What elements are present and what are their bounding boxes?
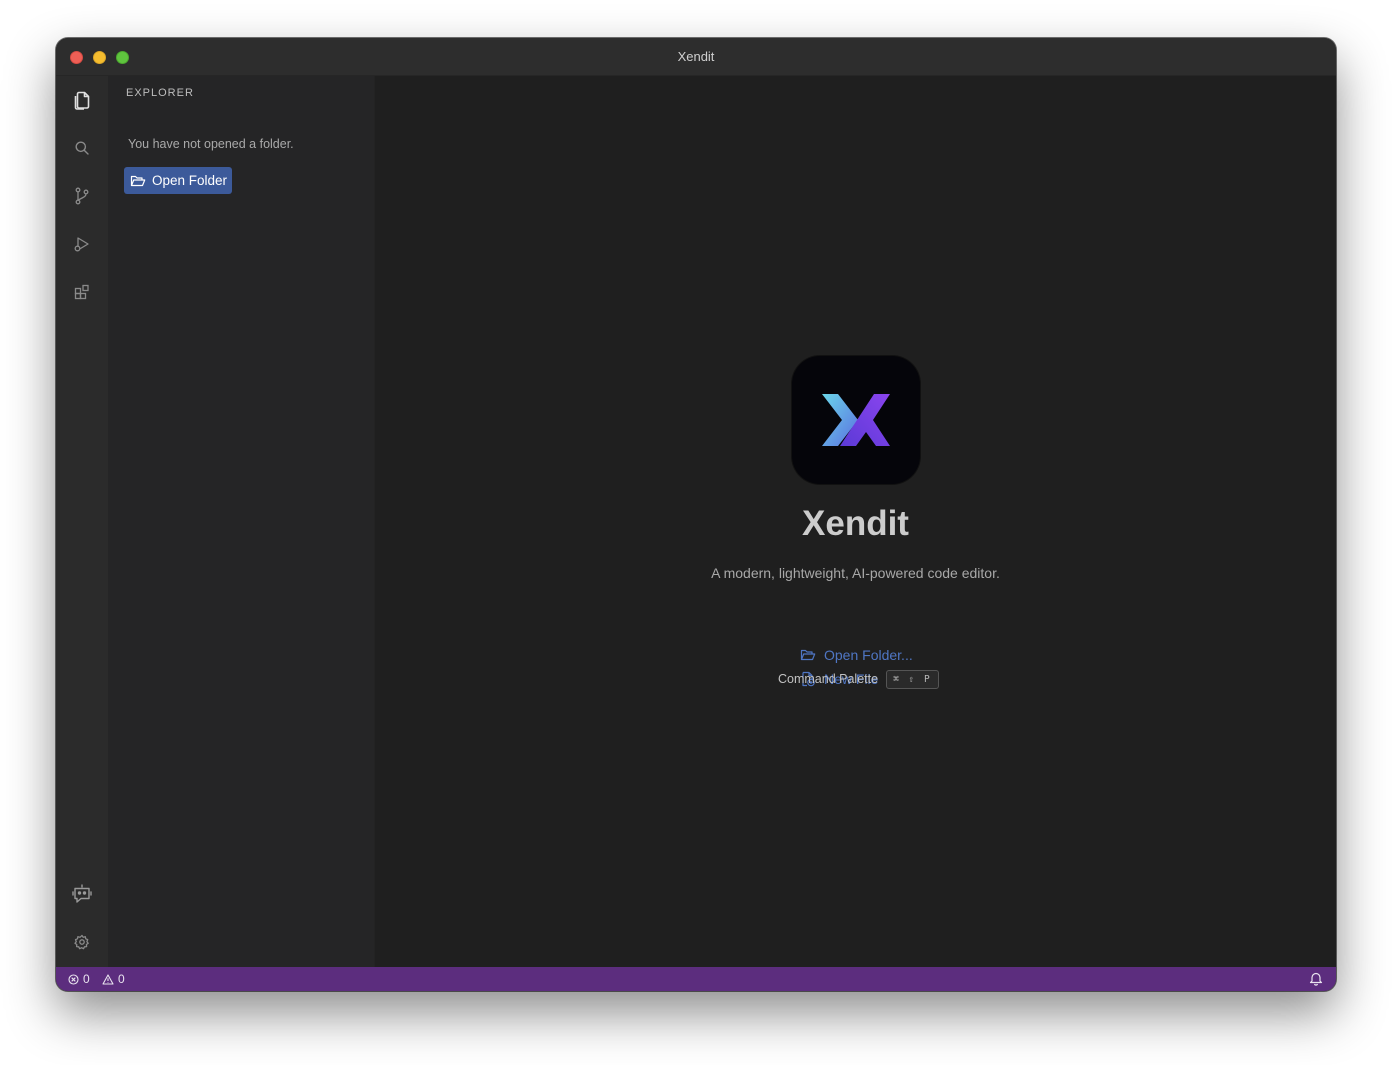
- command-palette-hint[interactable]: Command Palette ⌘ ⇧ P: [778, 669, 939, 689]
- app-tagline: A modern, lightweight, AI-powered code e…: [711, 565, 1000, 581]
- robot-icon[interactable]: [72, 884, 92, 904]
- gear-icon[interactable]: [72, 932, 92, 952]
- welcome-open-folder-label: Open Folder...: [824, 647, 913, 663]
- folder-open-icon: [800, 649, 816, 661]
- command-palette-shortcut: ⌘ ⇧ P: [886, 669, 939, 689]
- app-name: Xendit: [802, 504, 909, 543]
- warnings-status[interactable]: 0: [102, 972, 125, 986]
- warning-icon: [102, 973, 114, 985]
- warning-count: 0: [118, 972, 125, 986]
- bell-icon[interactable]: [1309, 971, 1327, 986]
- no-folder-message: You have not opened a folder.: [128, 137, 294, 151]
- command-palette-label: Command Palette: [778, 672, 879, 686]
- activity-bar: [56, 76, 108, 967]
- welcome-editor: Xendit A modern, lightweight, AI-powered…: [375, 76, 1336, 967]
- app-logo: [792, 356, 920, 484]
- open-folder-label: Open Folder: [152, 173, 228, 188]
- sidebar-title: EXPLORER: [126, 87, 194, 99]
- title-bar: Xendit: [56, 38, 1336, 76]
- app-window: Xendit EXPLORER You have not opened a fo…: [56, 38, 1336, 991]
- status-bar: 0 0: [56, 967, 1336, 991]
- folder-open-icon: [130, 175, 146, 186]
- search-icon[interactable]: [72, 138, 92, 158]
- window-title: Xendit: [677, 49, 715, 64]
- extensions-icon[interactable]: [72, 282, 92, 302]
- error-icon: [68, 973, 79, 985]
- files-icon[interactable]: [72, 90, 92, 110]
- open-folder-button[interactable]: Open Folder: [124, 167, 232, 194]
- error-count: 0: [83, 972, 90, 986]
- welcome-open-folder-link[interactable]: Open Folder...: [800, 646, 913, 664]
- explorer-sidebar: EXPLORER You have not opened a folder. O…: [108, 76, 375, 967]
- errors-status[interactable]: 0: [68, 972, 90, 986]
- source-control-icon[interactable]: [72, 186, 92, 206]
- run-debug-icon[interactable]: [72, 234, 92, 254]
